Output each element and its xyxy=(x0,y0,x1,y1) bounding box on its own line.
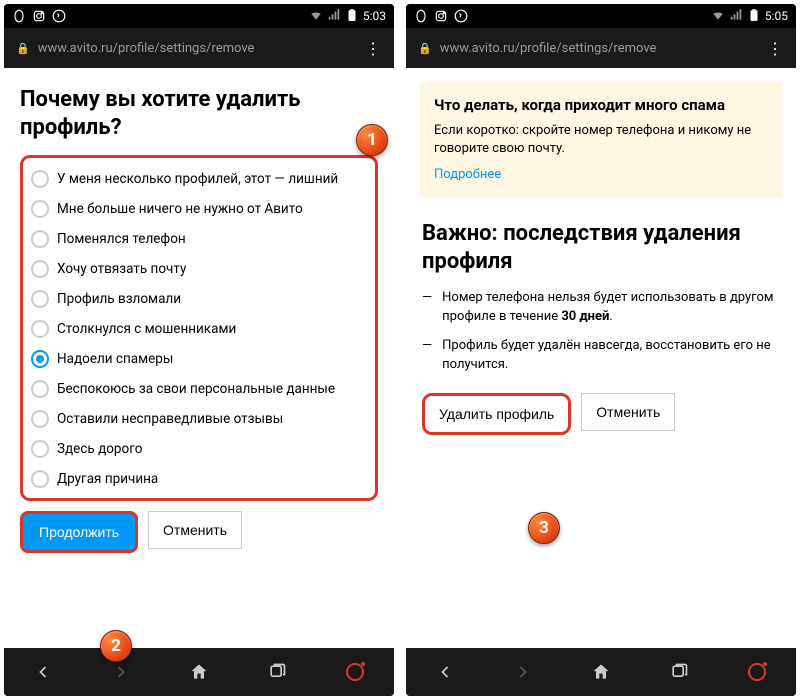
reason-option[interactable]: Хочу отвязать почту xyxy=(29,254,369,284)
info-title: Что делать, когда приходит много спама xyxy=(434,96,768,114)
reason-radio-group: У меня несколько профилей, этот — лишний… xyxy=(20,155,378,501)
browser-navbar xyxy=(4,648,394,696)
reason-label: Поменялся телефон xyxy=(57,231,186,247)
nav-home[interactable] xyxy=(562,662,640,682)
wifi-icon xyxy=(309,8,323,25)
url-text: www.avito.ru/profile/settings/remove xyxy=(440,41,657,56)
address-bar[interactable]: 🔒 www.avito.ru/profile/settings/remove ⋮ xyxy=(4,28,394,68)
cancel-button[interactable]: Отменить xyxy=(148,511,242,549)
lock-icon: 🔒 xyxy=(16,42,30,55)
radio-icon xyxy=(31,410,49,428)
annotation-badge-1: 1 xyxy=(356,124,388,156)
lock-icon: 🔒 xyxy=(418,42,432,55)
signal-icon xyxy=(729,8,743,25)
shazam-app-icon xyxy=(52,9,66,23)
cancel-button[interactable]: Отменить xyxy=(581,393,675,431)
url-text: www.avito.ru/profile/settings/remove xyxy=(38,41,255,56)
address-bar[interactable]: 🔒 www.avito.ru/profile/settings/remove ⋮ xyxy=(406,28,796,68)
reason-label: Профиль взломали xyxy=(57,291,181,307)
battery-icon xyxy=(747,8,761,25)
page-content-left: Почему вы хотите удалить профиль? У меня… xyxy=(4,68,394,648)
radio-icon xyxy=(31,470,49,488)
reason-label: Надоели спамеры xyxy=(57,351,173,367)
reason-option[interactable]: Профиль взломали xyxy=(29,284,369,314)
nav-forward[interactable] xyxy=(82,662,160,682)
opera-app-icon xyxy=(414,9,428,23)
reason-option[interactable]: Беспокоюсь за свои персональные данные xyxy=(29,374,369,404)
status-bar: 5:03 xyxy=(4,4,394,28)
page-title: Важно: последствия удаления профиля xyxy=(422,220,780,275)
reason-label: Другая причина xyxy=(57,471,158,487)
shazam-app-icon xyxy=(454,9,468,23)
reason-label: Беспокоюсь за свои персональные данные xyxy=(57,381,335,397)
reason-option[interactable]: Надоели спамеры xyxy=(29,344,369,374)
nav-opera[interactable] xyxy=(316,663,394,681)
instagram-app-icon xyxy=(32,9,46,23)
clock-text: 5:03 xyxy=(363,9,386,23)
reason-option[interactable]: Мне больше ничего не нужно от Авито xyxy=(29,194,369,224)
page-content-right: Что делать, когда приходит много спама Е… xyxy=(406,68,796,648)
radio-icon xyxy=(31,320,49,338)
radio-icon xyxy=(31,380,49,398)
clock-text: 5:05 xyxy=(765,9,788,23)
info-link[interactable]: Подробнее xyxy=(434,167,501,182)
reason-option[interactable]: Здесь дорого xyxy=(29,434,369,464)
delete-profile-button[interactable]: Удалить профиль xyxy=(422,393,571,435)
annotation-badge-3: 3 xyxy=(528,512,560,544)
reason-label: Оставили несправедливые отзывы xyxy=(57,411,283,427)
reason-label: Хочу отвязать почту xyxy=(57,261,186,277)
consequence-list: Номер телефона нельзя будет использовать… xyxy=(422,289,780,374)
reason-label: Мне больше ничего не нужно от Авито xyxy=(57,201,303,217)
nav-tabs[interactable] xyxy=(238,662,316,682)
radio-icon xyxy=(31,170,49,188)
radio-icon xyxy=(31,290,49,308)
consequence-item: Номер телефона нельзя будет использовать… xyxy=(422,289,780,327)
radio-icon xyxy=(31,260,49,278)
battery-icon xyxy=(345,8,359,25)
reason-option[interactable]: Другая причина xyxy=(29,464,369,494)
reason-option[interactable]: У меня несколько профилей, этот — лишний xyxy=(29,164,369,194)
nav-forward[interactable] xyxy=(484,662,562,682)
signal-icon xyxy=(327,8,341,25)
radio-icon xyxy=(31,200,49,218)
browser-menu-icon[interactable]: ⋮ xyxy=(365,39,382,58)
wifi-icon xyxy=(711,8,725,25)
nav-back[interactable] xyxy=(406,662,484,682)
reason-label: Столкнулся с мошенниками xyxy=(57,321,236,337)
browser-menu-icon[interactable]: ⋮ xyxy=(767,39,784,58)
radio-icon xyxy=(31,350,49,368)
reason-option[interactable]: Столкнулся с мошенниками xyxy=(29,314,369,344)
nav-home[interactable] xyxy=(160,662,238,682)
phone-left: 5:03 🔒 www.avito.ru/profile/settings/rem… xyxy=(4,4,394,696)
info-text: Если коротко: скройте номер телефона и н… xyxy=(434,122,768,158)
status-bar: 5:05 xyxy=(406,4,796,28)
reason-label: Здесь дорого xyxy=(57,441,142,457)
instagram-app-icon xyxy=(434,9,448,23)
continue-button[interactable]: Продолжить xyxy=(20,511,138,553)
radio-icon xyxy=(31,230,49,248)
radio-icon xyxy=(31,440,49,458)
phone-right: 5:05 🔒 www.avito.ru/profile/settings/rem… xyxy=(406,4,796,696)
browser-navbar xyxy=(406,648,796,696)
opera-app-icon xyxy=(12,9,26,23)
reason-option[interactable]: Поменялся телефон xyxy=(29,224,369,254)
reason-option[interactable]: Оставили несправедливые отзывы xyxy=(29,404,369,434)
nav-opera[interactable] xyxy=(718,663,796,681)
reason-label: У меня несколько профилей, этот — лишний xyxy=(57,171,338,187)
nav-back[interactable] xyxy=(4,662,82,682)
info-box: Что делать, когда приходит много спама Е… xyxy=(420,82,782,198)
page-title: Почему вы хотите удалить профиль? xyxy=(20,86,378,141)
consequence-item: Профиль будет удалён навсегда, восстанов… xyxy=(422,337,780,375)
annotation-badge-2: 2 xyxy=(100,630,132,662)
nav-tabs[interactable] xyxy=(640,662,718,682)
